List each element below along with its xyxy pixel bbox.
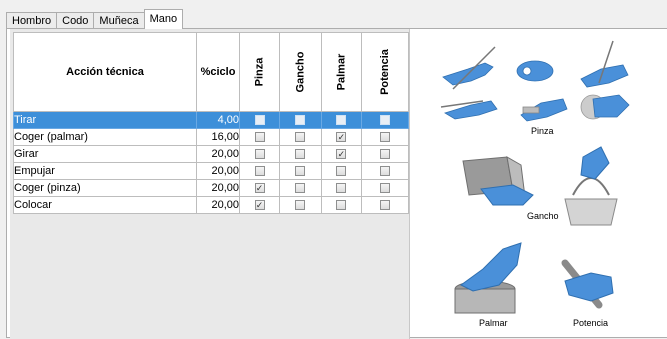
cell-pct-ciclo[interactable]: 20,00: [196, 145, 240, 163]
gancho-checkbox[interactable]: [295, 132, 306, 143]
cell-gancho: [279, 179, 322, 197]
gancho-box-illustration: [462, 156, 534, 206]
palmar-checkbox[interactable]: [336, 166, 347, 177]
table-row[interactable]: Coger (pinza) 20,00 ✓: [13, 179, 409, 197]
potencia-checkbox[interactable]: [379, 115, 390, 126]
cell-potencia: [360, 145, 409, 163]
gancho-basket-illustration: [564, 146, 618, 226]
cell-gancho: [279, 196, 322, 214]
cell-pct-ciclo[interactable]: 16,00: [196, 128, 240, 146]
cell-accion[interactable]: Colocar: [13, 196, 197, 214]
header-potencia-label: Potencia: [378, 49, 391, 95]
cell-gancho: [279, 111, 322, 129]
cell-pinza: [239, 111, 280, 129]
cell-accion[interactable]: Girar: [13, 145, 197, 163]
cell-potencia: [360, 162, 409, 180]
potencia-checkbox[interactable]: [379, 132, 390, 143]
table-row[interactable]: Coger (palmar) 16,00 ✓: [13, 128, 409, 146]
caption-pinza: Pinza: [531, 126, 554, 136]
tab-muneca[interactable]: Muñeca: [93, 12, 145, 29]
cell-pinza: [239, 145, 280, 163]
potencia-checkbox[interactable]: [379, 200, 390, 211]
cell-pinza: ✓: [239, 196, 280, 214]
palmar-checkbox[interactable]: [336, 115, 347, 126]
header-palmar[interactable]: Palmar: [320, 32, 362, 112]
cell-pct-ciclo[interactable]: 20,00: [196, 196, 240, 214]
potencia-checkbox[interactable]: [379, 183, 390, 194]
cell-accion[interactable]: Coger (palmar): [13, 128, 197, 146]
pinza-checkbox[interactable]: [254, 132, 265, 143]
cell-accion[interactable]: Coger (pinza): [13, 179, 197, 197]
pinza-checkbox[interactable]: [254, 149, 265, 160]
pinza-checkbox[interactable]: ✓: [254, 200, 265, 211]
cell-gancho: [279, 162, 322, 180]
tab-hombro[interactable]: Hombro: [6, 12, 58, 29]
pinza-checkbox[interactable]: [254, 115, 265, 126]
cell-pinza: [239, 162, 280, 180]
header-accion-tecnica[interactable]: Acción técnica: [13, 32, 197, 112]
gancho-checkbox[interactable]: [295, 200, 306, 211]
gancho-checkbox[interactable]: [295, 115, 306, 126]
potencia-checkbox[interactable]: [379, 149, 390, 160]
gancho-checkbox[interactable]: [295, 149, 306, 160]
pinza-checkbox[interactable]: ✓: [254, 183, 265, 194]
header-gancho[interactable]: Gancho: [279, 32, 322, 112]
cell-palmar: [320, 179, 362, 197]
header-pinza[interactable]: Pinza: [239, 32, 280, 112]
table-row[interactable]: Colocar 20,00 ✓: [13, 196, 409, 214]
caption-gancho: Gancho: [527, 211, 559, 221]
cell-gancho: [279, 145, 322, 163]
caption-potencia: Potencia: [573, 318, 608, 328]
potencia-checkbox[interactable]: [379, 166, 390, 177]
table-row[interactable]: Empujar 20,00: [13, 162, 409, 180]
pinza-checkbox[interactable]: [254, 166, 265, 177]
cell-pct-ciclo[interactable]: 20,00: [196, 179, 240, 197]
tab-mano[interactable]: Mano: [143, 9, 184, 29]
palmar-checkbox[interactable]: [336, 200, 347, 211]
grip-illustrations-panel: Pinza Gancho Palmar Potencia: [423, 29, 662, 333]
palmar-checkbox[interactable]: ✓: [336, 132, 347, 143]
cell-pinza: ✓: [239, 179, 280, 197]
cell-potencia: [360, 196, 409, 214]
pinza-hands-illustration: [440, 40, 630, 122]
tab-codo[interactable]: Codo: [56, 12, 95, 29]
cell-pct-ciclo[interactable]: 4,00: [196, 111, 240, 129]
table-row[interactable]: Girar 20,00 ✓: [13, 145, 409, 163]
header-pinza-label: Pinza: [253, 57, 266, 87]
cell-palmar: [320, 111, 362, 129]
cell-potencia: [360, 128, 409, 146]
actions-grid: Acción técnica %ciclo Pinza Gancho Palma…: [13, 32, 409, 214]
cell-palmar: [320, 162, 362, 180]
palmar-checkbox[interactable]: ✓: [336, 149, 347, 160]
cell-accion[interactable]: Empujar: [13, 162, 197, 180]
grip-illustrations: Pinza Gancho Palmar Potencia: [440, 40, 630, 328]
header-pct-ciclo[interactable]: %ciclo: [196, 32, 240, 112]
cell-palmar: ✓: [320, 145, 362, 163]
tab-strip: Hombro Codo Muñeca Mano: [6, 9, 184, 29]
cell-palmar: [320, 196, 362, 214]
cell-pct-ciclo[interactable]: 20,00: [196, 162, 240, 180]
table-row[interactable]: Tirar 4,00: [13, 111, 409, 129]
gancho-checkbox[interactable]: [295, 183, 306, 194]
header-potencia[interactable]: Potencia: [360, 32, 409, 112]
cell-potencia: [360, 179, 409, 197]
palmar-checkbox[interactable]: [336, 183, 347, 194]
header-gancho-label: Gancho: [294, 51, 307, 93]
cell-gancho: [279, 128, 322, 146]
header-palmar-label: Palmar: [335, 53, 348, 91]
cell-pinza: [239, 128, 280, 146]
cell-accion[interactable]: Tirar: [13, 111, 197, 129]
cell-potencia: [360, 111, 409, 129]
potencia-illustration: [561, 259, 614, 309]
cell-palmar: ✓: [320, 128, 362, 146]
gancho-checkbox[interactable]: [295, 166, 306, 177]
palmar-illustration: [454, 242, 522, 314]
caption-palmar: Palmar: [479, 318, 508, 328]
